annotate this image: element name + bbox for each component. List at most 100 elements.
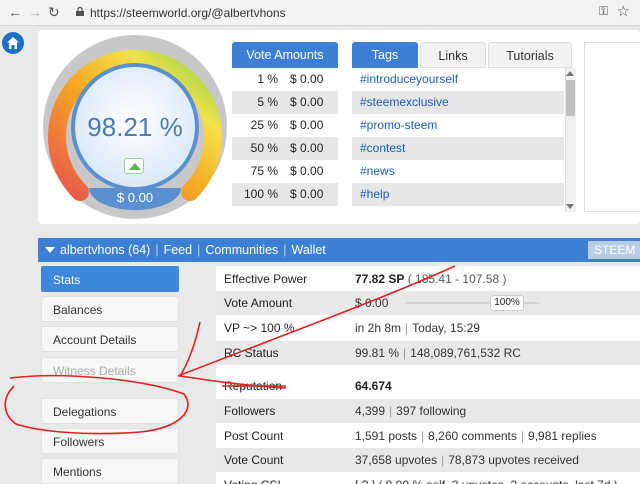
sidebar-item-delegations[interactable]: Delegations bbox=[41, 398, 179, 424]
vote-pct: 100 % bbox=[243, 187, 278, 201]
effective-power-detail: ( 185.41 - 107.58 ) bbox=[407, 272, 507, 286]
tab-tutorials[interactable]: Tutorials bbox=[488, 42, 572, 68]
scroll-up-icon[interactable] bbox=[566, 71, 574, 76]
comments-count: 8,260 comments bbox=[428, 429, 517, 443]
reputation-value: 64.674 bbox=[355, 379, 392, 393]
stat-row-followers: Followers 4,399 | 397 following bbox=[216, 399, 640, 423]
vote-value: $ 0.00 bbox=[290, 164, 324, 178]
rc-amount: 148,089,761,532 RC bbox=[410, 346, 521, 360]
vote-pct: 25 % bbox=[250, 118, 278, 132]
vote-pct: 1 % bbox=[257, 72, 278, 86]
vote-value: $ 0.00 bbox=[290, 118, 324, 132]
tag-link[interactable]: #news bbox=[352, 160, 564, 183]
steem-chip[interactable]: STEEM bbox=[588, 241, 640, 259]
stat-label: Reputation bbox=[224, 379, 283, 393]
account-name-link[interactable]: albertvhons (64) bbox=[60, 243, 150, 257]
effective-power-value: 77.82 SP bbox=[355, 272, 405, 286]
vote-amount-value: $ 0.00 bbox=[355, 296, 389, 310]
stat-row-reputation: Reputation 64.674 bbox=[216, 374, 640, 398]
vote-amount-row[interactable]: 100 % $ 0.00 bbox=[232, 183, 338, 206]
stat-label: Vote Count bbox=[224, 453, 284, 467]
rc-percent: 99.81 % bbox=[355, 346, 400, 360]
voting-power-value: 98.21 % bbox=[87, 112, 183, 142]
stat-row-vp: VP ~> 100 % in 2h 8m | Today, 15:29 bbox=[216, 316, 640, 340]
sidebar-item-account-details[interactable]: Account Details bbox=[41, 326, 179, 352]
stat-label: RC Status bbox=[224, 346, 279, 360]
vote-amount-row[interactable]: 5 % $ 0.00 bbox=[232, 91, 338, 114]
tag-list: #introduceyourself #steemexclusive #prom… bbox=[352, 68, 576, 212]
scroll-thumb[interactable] bbox=[566, 80, 575, 116]
stat-row-vote-amount: Vote Amount $ 0.00 100% bbox=[216, 291, 640, 315]
gauge-overlay: 98.21 % $ 0.00 bbox=[40, 32, 230, 222]
communities-link[interactable]: Communities bbox=[205, 243, 278, 257]
vote-amount-row[interactable]: 50 % $ 0.00 bbox=[232, 137, 338, 160]
tag-link[interactable]: #promo-steem bbox=[352, 114, 564, 137]
scroll-down-icon[interactable] bbox=[566, 204, 574, 209]
tags-panel: Tags Links Tutorials #introduceyourself … bbox=[352, 42, 576, 212]
address-bar[interactable]: https://steemworld.org/@albertvhons bbox=[70, 3, 640, 23]
tag-link[interactable]: #introduceyourself bbox=[352, 68, 564, 91]
back-arrow-icon[interactable]: ← bbox=[8, 4, 22, 20]
vp-recharge-time: in 2h 8m bbox=[355, 321, 402, 335]
caret-down-icon[interactable] bbox=[45, 247, 55, 253]
stat-row-effective-power: Effective Power 77.82 SP ( 185.41 - 107.… bbox=[216, 267, 640, 291]
sidebar-item-mentions[interactable]: Mentions bbox=[41, 458, 179, 484]
home-button[interactable] bbox=[2, 32, 24, 54]
upvote-arrow-icon[interactable] bbox=[124, 158, 144, 174]
stats-table: Effective Power 77.82 SP ( 185.41 - 107.… bbox=[216, 266, 640, 484]
forward-arrow-icon[interactable]: → bbox=[28, 4, 42, 20]
stat-row-rc: RC Status 99.81 % | 148,089,761,532 RC bbox=[216, 341, 640, 365]
vote-pct: 75 % bbox=[250, 164, 278, 178]
side-panel bbox=[584, 42, 640, 212]
vote-amount-row[interactable]: 75 % $ 0.00 bbox=[232, 160, 338, 183]
vote-value: $ 0.00 bbox=[290, 141, 324, 155]
upvotes-received: 78,873 upvotes received bbox=[448, 453, 579, 467]
vote-weight-chip[interactable]: 100% bbox=[490, 295, 524, 311]
lock-icon bbox=[76, 7, 84, 16]
stat-label: Vote Amount bbox=[224, 296, 293, 310]
vote-pct: 50 % bbox=[250, 141, 278, 155]
replies-count: 9,981 replies bbox=[528, 429, 597, 443]
reload-icon[interactable]: ↻ bbox=[48, 4, 60, 21]
tag-link[interactable]: #contest bbox=[352, 137, 564, 160]
vote-value: $ 0.00 bbox=[290, 72, 324, 86]
vote-amounts-title: Vote Amounts bbox=[232, 42, 338, 68]
account-bar: albertvhons (64) | Feed | Communities | Wallet… bbox=[38, 238, 640, 262]
vote-amount-row[interactable]: 1 % $ 0.00 bbox=[232, 68, 338, 91]
sidebar-item-followers[interactable]: Followers bbox=[41, 428, 179, 454]
feed-link[interactable]: Feed bbox=[164, 243, 193, 257]
stat-row-post-count: Post Count 1,591 posts | 8,260 comments | 9,… bbox=[216, 424, 640, 448]
tab-tags[interactable]: Tags bbox=[352, 42, 418, 68]
browser-toolbar: ← → ↻ https://steemworld.org/@albertvhon… bbox=[0, 0, 640, 26]
key-icon[interactable]: ⚿ bbox=[599, 4, 608, 19]
vote-pct: 5 % bbox=[257, 95, 278, 109]
upvotes-count: 37,658 upvotes bbox=[355, 453, 438, 467]
sidebar-item-stats[interactable]: Stats bbox=[41, 266, 179, 292]
tags-tabbar: Tags Links Tutorials bbox=[352, 42, 576, 68]
url-text: https://steemworld.org/@albertvhons bbox=[90, 6, 286, 20]
stat-label: Effective Power bbox=[224, 272, 308, 286]
stat-row-vote-count: Vote Count 37,658 upvotes | 78,873 upvotes… bbox=[216, 448, 640, 472]
tag-link[interactable]: #help bbox=[352, 183, 564, 206]
tab-links[interactable]: Links bbox=[420, 42, 486, 68]
vote-amounts-panel: Vote Amounts 1 % $ 0.00 5 % $ 0.00 25 % $ 0… bbox=[232, 42, 338, 212]
stat-row-voting-csi: Voting CSI [ ? ] ( 0.00 % self, 2 upvote… bbox=[216, 473, 640, 484]
stat-label: Followers bbox=[224, 404, 276, 418]
vote-value: $ 0.00 bbox=[290, 95, 324, 109]
tag-link[interactable]: #steemexclusive bbox=[352, 91, 564, 114]
following-count[interactable]: 397 following bbox=[396, 404, 466, 418]
followers-count[interactable]: 4,399 bbox=[355, 404, 385, 418]
vote-value: $ 0.00 bbox=[290, 187, 324, 201]
stat-label: Post Count bbox=[224, 429, 284, 443]
wallet-link[interactable]: Wallet bbox=[292, 243, 326, 257]
sidebar-item-balances[interactable]: Balances bbox=[41, 296, 179, 322]
sidebar-item-witness-details[interactable]: Witness Details bbox=[41, 357, 179, 383]
posts-count: 1,591 posts bbox=[355, 429, 418, 443]
tag-list-scrollbar[interactable] bbox=[565, 68, 576, 212]
stat-label: VP ~> 100 % bbox=[224, 321, 295, 335]
sidebar: Stats Balances Account Details Witness D… bbox=[38, 262, 206, 484]
star-icon[interactable]: ☆ bbox=[617, 2, 630, 20]
home-icon bbox=[7, 37, 19, 49]
voting-csi-value: [ ? ] ( 0.00 % self, 2 upvotes, 2 accoun… bbox=[355, 473, 618, 484]
vote-amount-row[interactable]: 25 % $ 0.00 bbox=[232, 114, 338, 137]
